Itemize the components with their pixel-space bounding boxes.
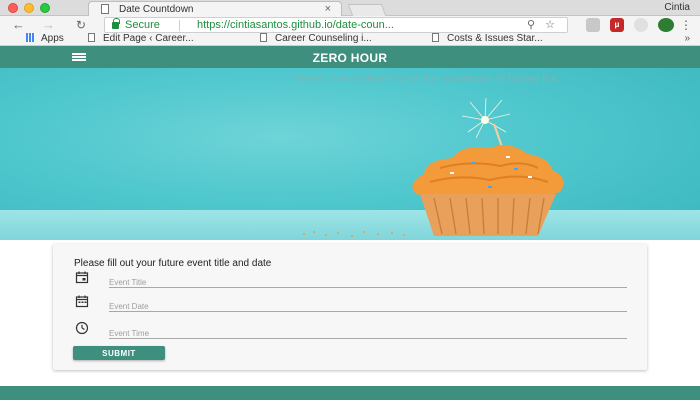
- back-icon[interactable]: ←: [12, 16, 25, 34]
- submit-button[interactable]: SUBMIT: [73, 346, 165, 360]
- form-title: Please fill out your future event title …: [74, 258, 272, 269]
- bookmarks-bar: Apps Edit Page ‹ Career... Career Counse…: [0, 33, 700, 46]
- browser-toolbar: ← → ↻ Secure https://cintiasantos.github…: [0, 16, 700, 34]
- close-window-button[interactable]: [8, 3, 18, 13]
- event-title-field[interactable]: [109, 272, 627, 290]
- maximize-window-button[interactable]: [40, 3, 50, 13]
- hero-tagline: Never, ever underestimate the importance…: [294, 74, 561, 85]
- site-footer: [0, 386, 700, 400]
- event-title-icon: [75, 271, 89, 284]
- page-icon: [260, 33, 267, 42]
- tab-strip: Date Countdown × Cintia: [0, 0, 700, 16]
- lock-icon: [112, 18, 120, 29]
- bookmark-apps[interactable]: Apps: [26, 33, 64, 44]
- page-content: ZERO HOUR Never, ever underestimate the …: [0, 46, 700, 400]
- event-form-card: Please fill out your future event title …: [53, 244, 647, 370]
- browser-window: Date Countdown × Cintia ← → ↻ Secure htt…: [0, 0, 700, 400]
- event-time-field[interactable]: [109, 323, 627, 341]
- star-icon[interactable]: ☆: [545, 18, 555, 33]
- page-icon: [88, 33, 95, 42]
- bookmark-label: Edit Page ‹ Career...: [103, 33, 194, 44]
- minimize-window-button[interactable]: [24, 3, 34, 13]
- menu-icon[interactable]: ⋮: [680, 18, 692, 32]
- site-navbar: ZERO HOUR: [0, 46, 700, 68]
- address-separator: [179, 20, 180, 31]
- bookmark-label: Career Counseling i...: [275, 33, 372, 44]
- event-date-icon: [75, 295, 89, 308]
- bookmark-career-counseling[interactable]: Career Counseling i...: [260, 33, 372, 44]
- url-text[interactable]: https://cintiasantos.github.io/date-coun…: [197, 19, 394, 31]
- new-tab-button[interactable]: [347, 4, 387, 16]
- tab-close-icon[interactable]: ×: [325, 3, 331, 15]
- secure-label: Secure: [125, 19, 160, 31]
- extension-circle-icon[interactable]: [634, 18, 648, 32]
- bookmark-label: Apps: [41, 33, 64, 44]
- hero-banner: Never, ever underestimate the importance…: [0, 68, 700, 240]
- cupcake-image: [412, 98, 564, 236]
- address-bar[interactable]: Secure https://cintiasantos.github.io/da…: [104, 17, 568, 33]
- extension-icon[interactable]: [586, 18, 600, 32]
- reload-icon[interactable]: ↻: [76, 16, 86, 34]
- bookmark-label: Costs & Issues Star...: [447, 33, 543, 44]
- ublock-icon[interactable]: μ: [610, 18, 624, 32]
- profile-name[interactable]: Cintia: [664, 2, 690, 13]
- sprinkles-image: [303, 231, 405, 237]
- site-brand[interactable]: ZERO HOUR: [0, 51, 700, 65]
- event-date-input[interactable]: [109, 299, 627, 314]
- clock-icon: [75, 321, 89, 335]
- bookmark-edit-page[interactable]: Edit Page ‹ Career...: [88, 33, 194, 44]
- tab-date-countdown[interactable]: Date Countdown ×: [88, 1, 342, 16]
- event-date-field[interactable]: [109, 296, 627, 314]
- bookmarks-more-icon[interactable]: »: [684, 33, 690, 44]
- tab-title: Date Countdown: [119, 4, 194, 15]
- event-title-input[interactable]: [109, 275, 627, 290]
- zoom-icon[interactable]: ⚲: [527, 18, 535, 33]
- apps-grid-icon: [26, 33, 35, 42]
- page-icon: [101, 4, 109, 14]
- bookmark-costs-issues[interactable]: Costs & Issues Star...: [432, 33, 543, 44]
- forward-icon[interactable]: →: [42, 16, 55, 34]
- page-icon: [432, 33, 439, 42]
- event-time-input[interactable]: [109, 326, 627, 341]
- extension-green-icon[interactable]: [658, 18, 674, 32]
